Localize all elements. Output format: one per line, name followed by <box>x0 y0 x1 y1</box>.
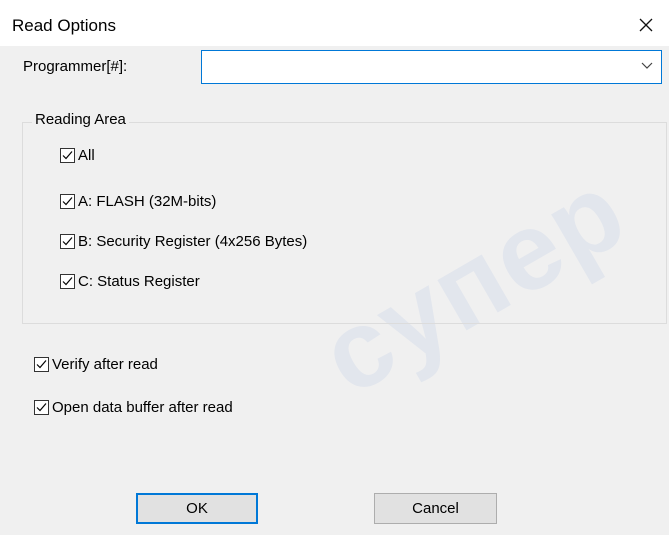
checkbox-verify-after-read-label: Verify after read <box>52 356 158 373</box>
title-bar: Read Options <box>0 0 669 46</box>
checkmark-icon <box>36 360 47 369</box>
checkmark-icon <box>62 237 73 246</box>
checkbox-all[interactable] <box>60 148 75 163</box>
reading-area-legend: Reading Area <box>32 111 129 129</box>
checkbox-status-register-label: C: Status Register <box>78 273 200 290</box>
checkbox-security-register[interactable] <box>60 234 75 249</box>
checkbox-open-buffer[interactable] <box>34 400 49 415</box>
checkbox-security-register-label: B: Security Register (4x256 Bytes) <box>78 233 308 250</box>
checkbox-status-register[interactable] <box>60 274 75 289</box>
checkbox-verify-after-read[interactable] <box>34 357 49 372</box>
checkbox-flash[interactable] <box>60 194 75 209</box>
checkmark-icon <box>62 197 73 206</box>
window-title: Read Options <box>12 16 116 35</box>
ok-button[interactable]: OK <box>136 493 258 524</box>
close-button[interactable] <box>623 8 669 42</box>
checkmark-icon <box>62 151 73 160</box>
checkmark-icon <box>62 277 73 286</box>
programmer-label: Programmer[#]: <box>23 58 128 75</box>
checkbox-open-buffer-label: Open data buffer after read <box>52 399 233 416</box>
checkbox-all-label: All <box>78 147 95 164</box>
cancel-button[interactable]: Cancel <box>374 493 497 524</box>
checkmark-icon <box>36 403 47 412</box>
chevron-down-icon <box>641 62 653 69</box>
programmer-select[interactable] <box>201 50 662 84</box>
reading-area-group <box>22 122 667 324</box>
checkbox-flash-label: A: FLASH (32M-bits) <box>78 193 217 210</box>
close-icon <box>639 18 653 32</box>
